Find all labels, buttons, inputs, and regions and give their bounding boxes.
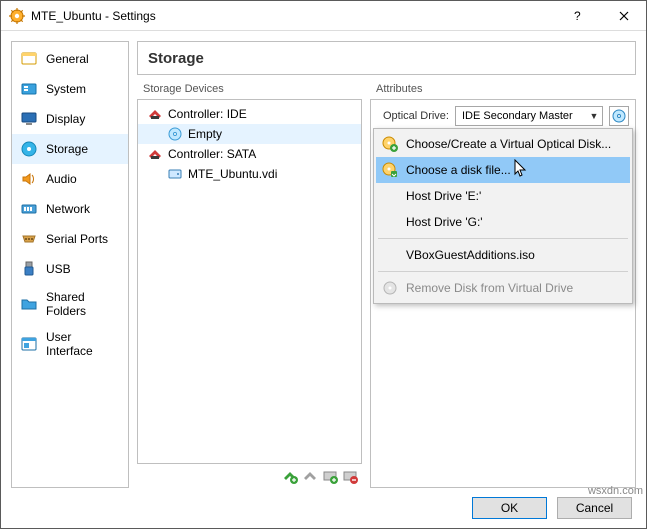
controller-ide[interactable]: Controller: IDE	[138, 104, 361, 124]
sidebar-item-label: Display	[46, 112, 85, 126]
add-attachment-icon[interactable]	[322, 468, 338, 484]
sidebar-item-label: USB	[46, 262, 71, 276]
storage-devices-panel: Storage Devices Controller: IDE Empty	[137, 81, 362, 488]
folder-icon	[20, 295, 38, 313]
ok-label: OK	[501, 501, 518, 515]
sidebar-item-label: Storage	[46, 142, 88, 156]
sidebar-item-label: Shared Folders	[46, 290, 120, 318]
tree-label: Controller: SATA	[168, 147, 256, 161]
optical-drive-row: Optical Drive: IDE Secondary Master ▼	[377, 106, 629, 126]
app-settings-icon	[9, 8, 25, 24]
system-icon	[20, 80, 38, 98]
menu-choose-create[interactable]: Choose/Create a Virtual Optical Disk...	[376, 131, 630, 157]
sidebar-item-shared-folders[interactable]: Shared Folders	[12, 284, 128, 324]
controller-icon	[148, 147, 162, 161]
optical-drive-combo[interactable]: IDE Secondary Master ▼	[455, 106, 603, 126]
tree-label: MTE_Ubuntu.vdi	[188, 167, 277, 181]
menu-label: Host Drive 'E:'	[406, 189, 481, 203]
dialog-footer: OK Cancel	[1, 488, 646, 528]
add-controller-icon[interactable]	[282, 468, 298, 484]
menu-separator	[378, 238, 628, 239]
ok-button[interactable]: OK	[472, 497, 547, 519]
sidebar-item-usb[interactable]: USB	[12, 254, 128, 284]
controller-icon	[148, 107, 162, 121]
menu-choose-file[interactable]: Choose a disk file...	[376, 157, 630, 183]
attributes-panel: Attributes Optical Drive: IDE Secondary …	[370, 81, 636, 488]
help-button[interactable]: ?	[556, 1, 601, 30]
general-icon	[20, 50, 38, 68]
menu-host-g[interactable]: Host Drive 'G:'	[376, 209, 630, 235]
menu-label: Choose a disk file...	[406, 163, 511, 177]
tree-item-vdi[interactable]: MTE_Ubuntu.vdi	[138, 164, 361, 184]
tree-label: Controller: IDE	[168, 107, 247, 121]
menu-guest-additions[interactable]: VBoxGuestAdditions.iso	[376, 242, 630, 268]
combo-value: IDE Secondary Master	[456, 110, 586, 122]
sidebar-item-general[interactable]: General	[12, 44, 128, 74]
display-icon	[20, 110, 38, 128]
optical-drive-label: Optical Drive:	[377, 110, 449, 122]
disc-icon	[168, 127, 182, 141]
close-button[interactable]	[601, 1, 646, 30]
audio-icon	[20, 170, 38, 188]
network-icon	[20, 200, 38, 218]
blank-icon	[382, 214, 398, 230]
choose-disk-button[interactable]	[609, 106, 629, 126]
menu-separator	[378, 271, 628, 272]
menu-remove-disk[interactable]: Remove Disk from Virtual Drive	[376, 275, 630, 301]
chevron-down-icon: ▼	[586, 111, 602, 121]
cancel-button[interactable]: Cancel	[557, 497, 632, 519]
attributes-body: Optical Drive: IDE Secondary Master ▼	[370, 99, 636, 488]
sidebar-item-system[interactable]: System	[12, 74, 128, 104]
attributes-panel-title: Attributes	[370, 81, 636, 99]
svg-text:?: ?	[574, 9, 581, 23]
remove-attachment-icon[interactable]	[342, 468, 358, 484]
disk-menu: Choose/Create a Virtual Optical Disk... …	[373, 128, 633, 304]
disc-remove-icon	[382, 280, 398, 296]
sidebar-item-audio[interactable]: Audio	[12, 164, 128, 194]
main-area: Storage Storage Devices Controller: IDE …	[137, 41, 636, 488]
sidebar-item-network[interactable]: Network	[12, 194, 128, 224]
cursor-icon	[514, 159, 528, 179]
category-sidebar: General System Display Storage Audio Net…	[11, 41, 129, 488]
sidebar-item-label: Audio	[46, 172, 77, 186]
disc-file-icon	[382, 162, 398, 178]
window-title: MTE_Ubuntu - Settings	[31, 9, 556, 23]
sidebar-item-user-interface[interactable]: User Interface	[12, 324, 128, 364]
sidebar-item-label: Serial Ports	[46, 232, 108, 246]
sidebar-item-label: General	[46, 52, 89, 66]
storage-icon	[20, 140, 38, 158]
serial-icon	[20, 230, 38, 248]
devices-toolbar	[137, 464, 362, 488]
menu-label: Choose/Create a Virtual Optical Disk...	[406, 137, 611, 151]
remove-controller-icon[interactable]	[302, 468, 318, 484]
menu-label: Host Drive 'G:'	[406, 215, 483, 229]
disc-add-icon	[382, 136, 398, 152]
page-title: Storage	[148, 50, 204, 67]
content-area: General System Display Storage Audio Net…	[1, 31, 646, 488]
controller-sata[interactable]: Controller: SATA	[138, 144, 361, 164]
sidebar-item-label: System	[46, 82, 86, 96]
sidebar-item-label: User Interface	[46, 330, 120, 358]
tree-item-empty[interactable]: Empty	[138, 124, 361, 144]
titlebar: MTE_Ubuntu - Settings ?	[1, 1, 646, 31]
sidebar-item-display[interactable]: Display	[12, 104, 128, 134]
usb-icon	[20, 260, 38, 278]
devices-panel-title: Storage Devices	[137, 81, 362, 99]
blank-icon	[382, 188, 398, 204]
storage-tree[interactable]: Controller: IDE Empty Controller: SATA	[137, 99, 362, 464]
panels: Storage Devices Controller: IDE Empty	[137, 81, 636, 488]
sidebar-item-serial-ports[interactable]: Serial Ports	[12, 224, 128, 254]
blank-icon	[382, 247, 398, 263]
sidebar-item-label: Network	[46, 202, 90, 216]
settings-window: MTE_Ubuntu - Settings ? General System D…	[0, 0, 647, 529]
menu-label: Remove Disk from Virtual Drive	[406, 281, 573, 295]
ui-icon	[20, 335, 38, 353]
menu-host-e[interactable]: Host Drive 'E:'	[376, 183, 630, 209]
page-header: Storage	[137, 41, 636, 75]
sidebar-item-storage[interactable]: Storage	[12, 134, 128, 164]
cancel-label: Cancel	[576, 501, 613, 515]
tree-label: Empty	[188, 127, 222, 141]
hdd-icon	[168, 167, 182, 181]
menu-label: VBoxGuestAdditions.iso	[406, 248, 535, 262]
